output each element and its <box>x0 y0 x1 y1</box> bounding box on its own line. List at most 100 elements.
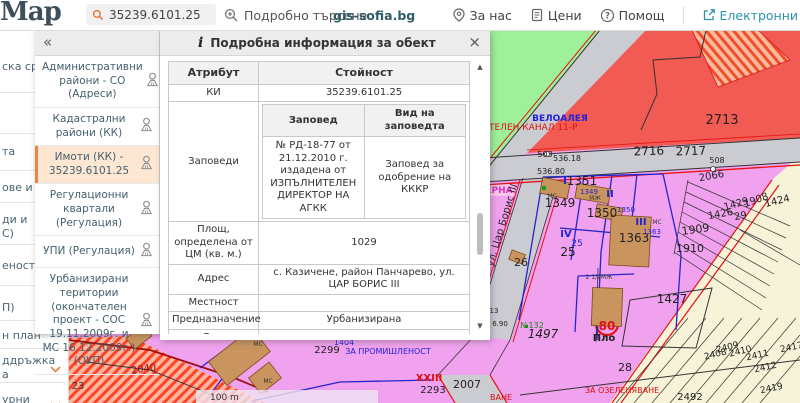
app-logo[interactable]: Map <box>0 0 61 27</box>
search-box[interactable] <box>86 4 216 25</box>
external-link-icon <box>702 8 716 22</box>
map-label: 1427 <box>657 292 688 306</box>
nav-prices[interactable]: Цени <box>530 8 582 23</box>
attribute-value: Урбанизирана <box>259 312 470 330</box>
map-label: XXIII <box>416 373 443 384</box>
attribute-value: 1029 <box>259 222 470 265</box>
attribute-value: 35239.6101.25 <box>259 84 470 102</box>
attribute-name: Вид собственост <box>169 329 259 334</box>
map-label: 80 <box>599 319 616 333</box>
locate-layer-icon[interactable] <box>136 116 156 137</box>
scrollbar-thumb[interactable] <box>477 213 483 256</box>
sidebar-layer-item[interactable]: УПИ (Регулация) <box>35 236 159 268</box>
map-stage: ВЕЛОАЛЕЯТЕЛЕН КАНАЛ 11-Р2713271627175085… <box>0 30 800 403</box>
map-label: 26 <box>514 256 528 269</box>
menu-item-fragment[interactable]: ове и <box>2 181 33 194</box>
nav-eservices[interactable]: Електронни <box>702 8 798 23</box>
attribute-value <box>259 294 470 312</box>
search-input[interactable] <box>109 8 210 22</box>
map-label: МС <box>253 341 262 348</box>
map-label: 1350 <box>587 206 618 220</box>
info-icon: i <box>198 35 203 51</box>
menu-item-fragment[interactable]: урни <box>2 393 30 403</box>
order-row: № РД-18-77 от 21.12.2010 г. издадена от … <box>263 137 466 219</box>
map-label: 536.80 <box>537 167 565 176</box>
map-scale-bar: 100 m <box>196 390 378 403</box>
chevron-down-icon[interactable] <box>50 394 61 403</box>
map-label: 1363 <box>643 228 661 236</box>
menu-item-fragment[interactable]: та <box>2 145 15 158</box>
menu-item-fragment[interactable]: С) <box>2 227 14 240</box>
map-label: 2713 <box>705 113 738 128</box>
attribute-name: Заповеди <box>169 102 259 222</box>
map-pin-icon <box>452 8 466 22</box>
nav-help[interactable]: ? Помощ <box>600 8 665 23</box>
map-label: 29 <box>733 210 747 223</box>
layer-list: Административни райони - СО (Адреси) Када… <box>35 56 159 375</box>
attribute-value: ЗаповедВид на заповедта№ РД-18-77 от 21.… <box>259 102 470 222</box>
map-label: Пло <box>593 333 616 344</box>
attribute-name: Предназначение <box>169 312 259 330</box>
menu-item-fragment[interactable]: а <box>2 368 9 381</box>
search-icon <box>92 8 104 22</box>
price-list-icon <box>530 8 544 22</box>
locate-layer-icon[interactable] <box>136 311 156 332</box>
scroll-down-icon[interactable]: ▼ <box>475 322 485 330</box>
orders-table: ЗаповедВид на заповедта№ РД-18-77 от 21.… <box>262 104 466 219</box>
menu-item-fragment[interactable]: еност <box>2 259 35 272</box>
layers-panel-header: « <box>35 30 159 56</box>
value-column-header: Стойност <box>259 62 470 85</box>
menu-item-fragment[interactable]: ди и <box>2 213 27 226</box>
map-label: МЖ <box>589 195 601 202</box>
orders-column-header: Вид на заповедта <box>364 105 466 137</box>
scroll-up-icon[interactable]: ▲ <box>475 63 485 71</box>
map-label: 2492 <box>677 392 702 403</box>
menu-item-fragment[interactable]: П) <box>2 301 15 314</box>
attributes-table: Атрибут Стойност КИ35239.6101.25Заповеди… <box>168 61 470 334</box>
map-label: ВАНЕ <box>490 393 512 402</box>
help-icon: ? <box>600 8 615 23</box>
table-header-row: Атрибут Стойност <box>169 62 470 85</box>
locate-layer-icon[interactable] <box>136 154 156 175</box>
top-nav: За нас Цени ? Помощ Електронни <box>452 0 798 30</box>
attribute-name: Местност <box>169 294 259 312</box>
brand-link[interactable]: gis-sofia.bg <box>333 0 415 30</box>
nav-prices-label: Цени <box>548 8 582 23</box>
top-bar: Map Подробно търсене gis-sofia.bg За нас <box>0 0 800 31</box>
collapse-panel-button[interactable]: « <box>35 30 60 55</box>
map-label: IV <box>560 229 572 240</box>
info-panel-title: Подробна информация за обект <box>210 36 435 50</box>
nav-about-label: За нас <box>470 8 512 23</box>
svg-text:?: ? <box>605 11 610 21</box>
sidebar-layer-item[interactable]: Имоти (КК) - 35239.6101.25 <box>35 146 159 184</box>
search-plus-icon <box>224 8 239 23</box>
sidebar-layer-item[interactable]: Урбанизирани територии (окончателен прое… <box>35 268 159 374</box>
map-label: 536.18 <box>553 154 581 163</box>
sidebar-layer-item[interactable]: Кадастрални райони (КК) <box>35 108 159 146</box>
attribute-name: КИ <box>169 84 259 102</box>
layer-label: Имоти (КК) - 35239.6101.25 <box>42 151 136 178</box>
sidebar-layer-item[interactable]: Административни райони - СО (Адреси) <box>35 56 159 108</box>
layer-label: Урбанизирани територии (окончателен прое… <box>42 273 136 368</box>
sidebar-layer-item[interactable]: Регулационни квартали (Регулация) <box>35 184 159 236</box>
map-label: 2716 <box>633 143 664 158</box>
map-label: ЗА ОЗЕЛЕНЯВАНЕ <box>585 386 659 395</box>
menu-divider <box>0 382 66 383</box>
map-label: 25 <box>560 245 575 259</box>
attributes-table-wrap: Атрибут Стойност КИ35239.6101.25Заповеди… <box>168 61 470 334</box>
nav-about[interactable]: За нас <box>452 8 512 23</box>
map-label: II <box>606 189 613 200</box>
close-icon[interactable]: × <box>468 30 481 55</box>
layer-label: Кадастрални райони (КК) <box>42 113 136 140</box>
orders-column-header: Заповед <box>263 105 365 137</box>
locate-layer-icon[interactable] <box>136 199 156 220</box>
map-label: 2007 <box>453 378 481 391</box>
layers-panel: « Административни райони - СО (Адреси) Ка… <box>35 30 160 334</box>
attribute-row: ЗаповедиЗаповедВид на заповедта№ РД-18-7… <box>169 102 470 222</box>
table-scrollbar[interactable]: ▲ ▼ <box>475 63 485 330</box>
object-info-panel: i Подробна информация за обект × Атрибут… <box>160 30 490 340</box>
attribute-row: ПредназначениеУрбанизирана <box>169 312 470 330</box>
locate-layer-icon[interactable] <box>136 241 156 262</box>
order-cell: Заповед за одобрение на КККР <box>364 137 466 219</box>
attribute-column-header: Атрибут <box>169 62 259 85</box>
